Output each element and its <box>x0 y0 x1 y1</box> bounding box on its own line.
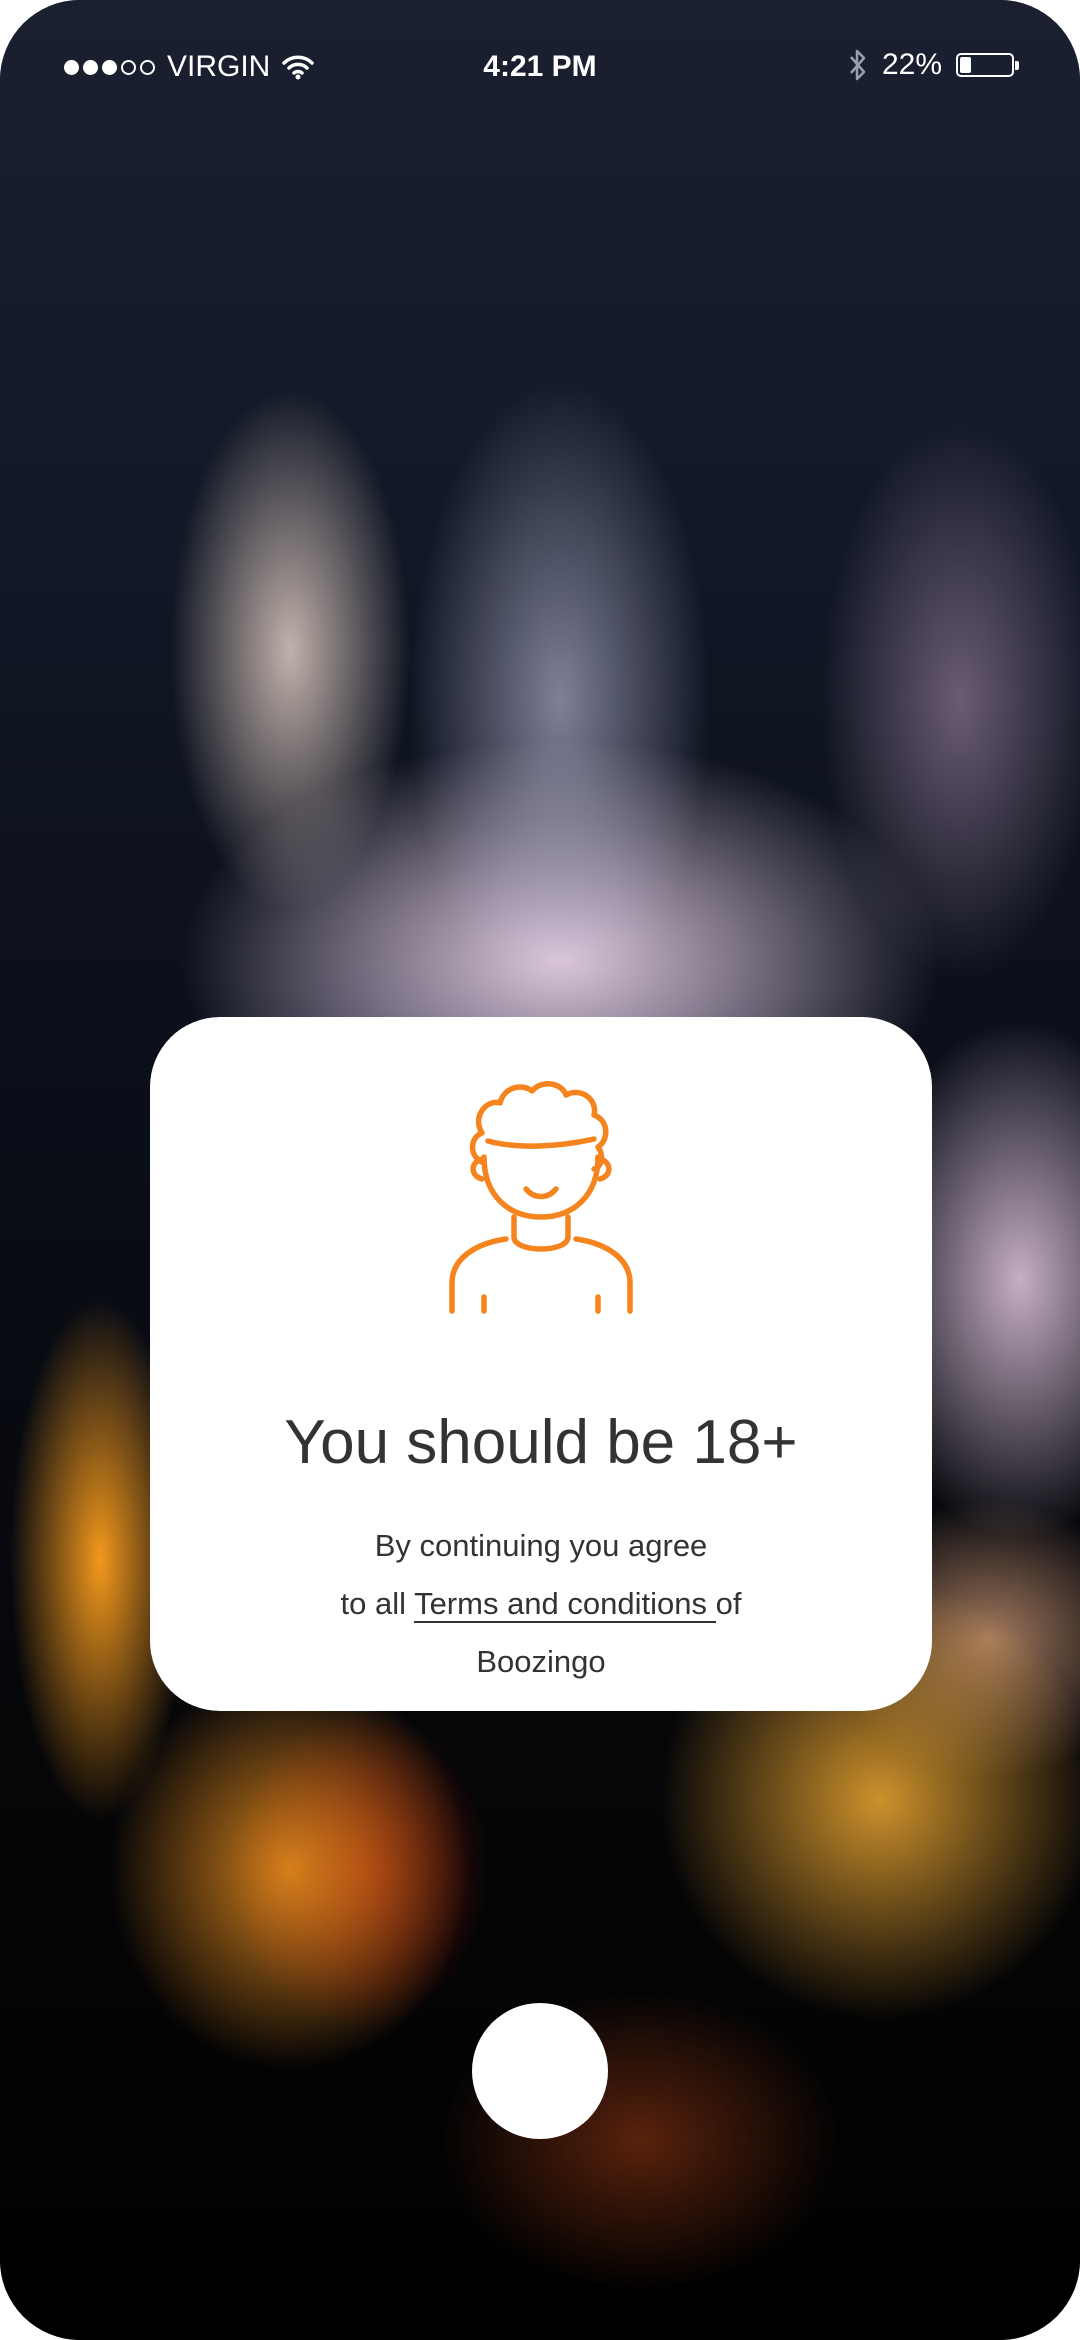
battery-icon <box>956 53 1019 77</box>
battery-level-fill <box>960 57 971 73</box>
terms-and-conditions-link[interactable]: Terms and conditions <box>414 1586 716 1623</box>
terms-notice-line-3: Boozingo <box>476 1644 606 1679</box>
home-button[interactable] <box>472 2003 608 2139</box>
terms-suffix: of <box>715 1586 742 1621</box>
terms-notice: By continuing you agree to all Terms and… <box>150 1517 932 1691</box>
phone-screen: VIRGIN 4:21 PM 22% You should be 18+ By … <box>0 0 1080 2340</box>
person-avatar-icon <box>449 1081 633 1314</box>
terms-notice-line-2: to all Terms and conditions of <box>150 1575 932 1633</box>
status-bar: VIRGIN 4:21 PM 22% <box>0 0 1080 130</box>
terms-prefix: to all <box>340 1586 415 1621</box>
age-requirement-title: You should be 18+ <box>284 1408 798 1477</box>
age-verification-card: You should be 18+ By continuing you agre… <box>150 1017 932 1711</box>
status-right: 22% <box>848 48 1019 82</box>
battery-percent: 22% <box>881 48 942 81</box>
terms-notice-line-1: By continuing you agree <box>374 1528 708 1563</box>
bluetooth-icon <box>850 49 866 81</box>
